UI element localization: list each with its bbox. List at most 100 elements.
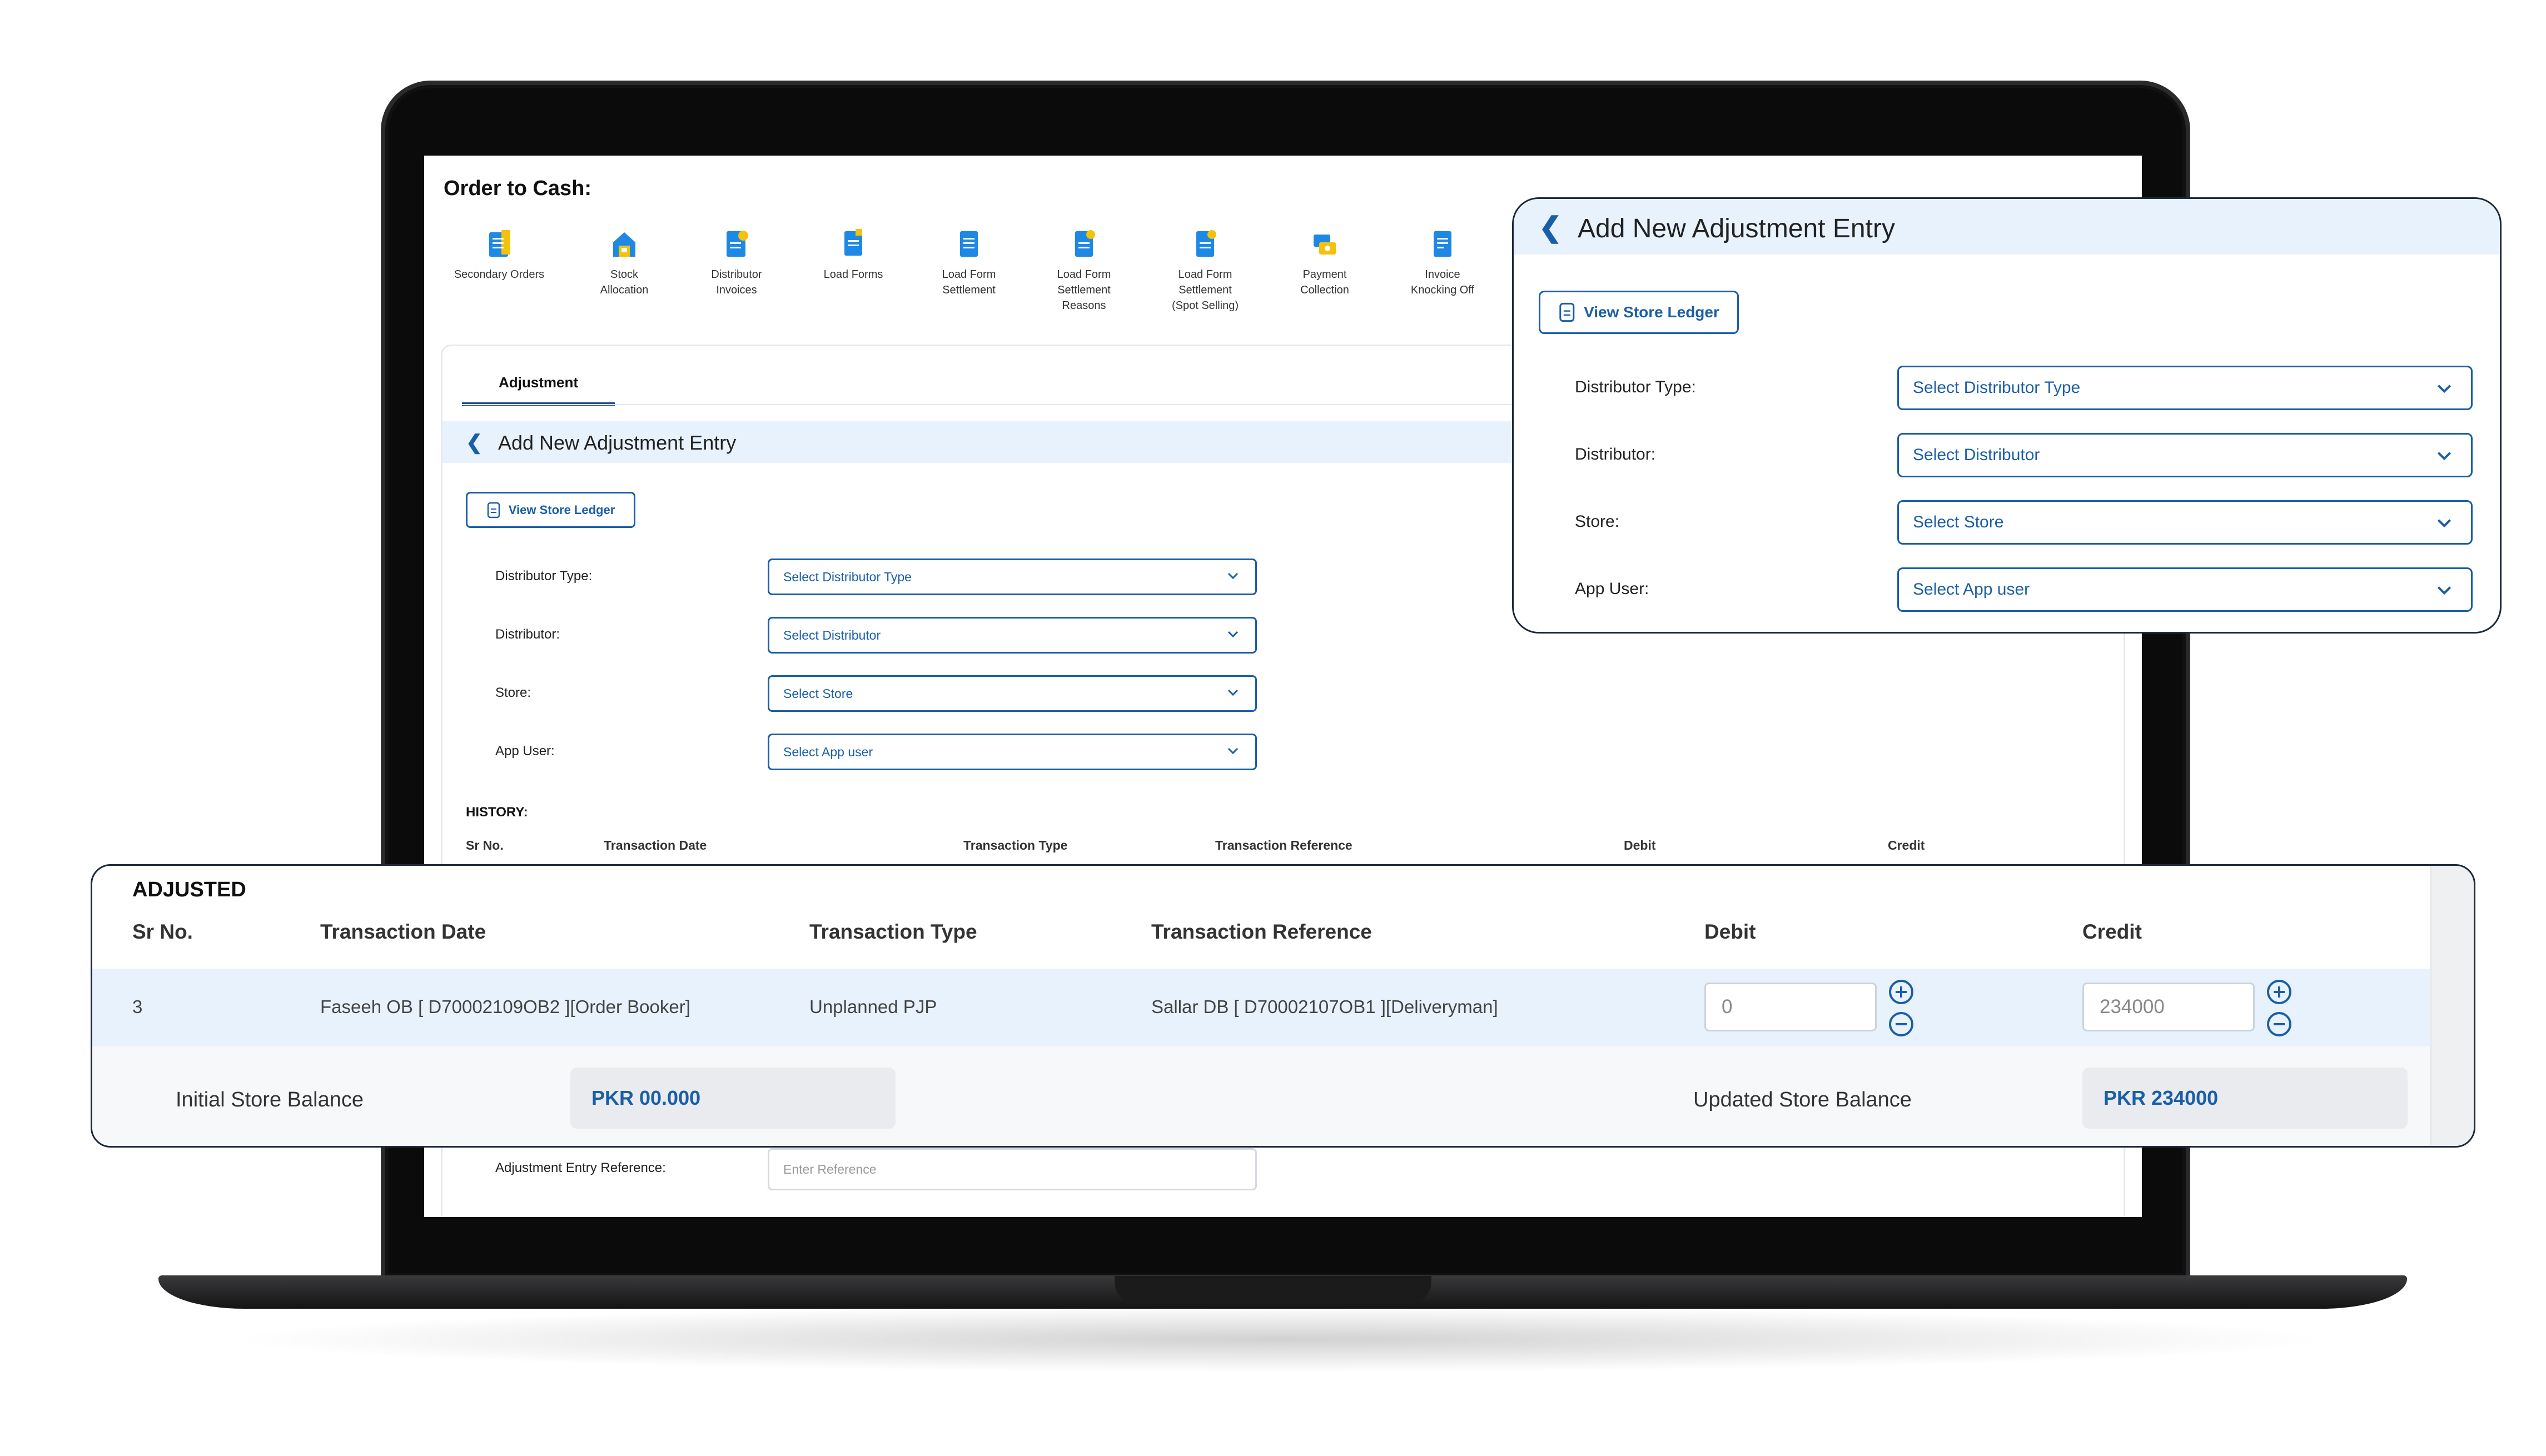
chevron-down-icon — [1227, 747, 1239, 755]
module-label: Distributor — [711, 268, 762, 281]
store-select[interactable]: Select Store — [768, 675, 1257, 712]
col-credit: Credit — [2082, 920, 2142, 943]
module-label: Load Forms — [823, 268, 883, 281]
module-label: Settlement — [1178, 284, 1232, 296]
distributor-select[interactable]: Select Distributor — [1897, 433, 2473, 477]
col-transaction-type: Transaction Type — [809, 920, 977, 943]
col-debit: Debit — [1624, 838, 1656, 852]
updated-balance-label: Updated Store Balance — [1693, 1088, 1912, 1111]
distributor-value: Select Distributor — [1913, 446, 2040, 464]
document-icon — [1434, 231, 1451, 257]
col-credit: Credit — [1888, 838, 1925, 852]
module-label: Invoice — [1425, 268, 1460, 281]
col-transaction-reference: Transaction Reference — [1151, 920, 1372, 943]
module-label: Knocking Off — [1410, 284, 1475, 296]
reference-input[interactable]: Enter Reference — [768, 1148, 1257, 1190]
chevron-down-icon — [2437, 586, 2451, 595]
plus-circle-icon[interactable] — [2266, 979, 2293, 1005]
zoom-entry-title: Add New Adjustment Entry — [1578, 214, 1895, 243]
module-secondary-orders[interactable]: Secondary Orders — [444, 228, 555, 282]
tab-adjustment[interactable]: Adjustment — [462, 374, 615, 406]
col-transaction-date: Transaction Date — [604, 838, 707, 852]
clipboard-icon — [489, 230, 510, 257]
document-icon — [1196, 230, 1216, 257]
module-label: Secondary Orders — [454, 268, 545, 281]
module-load-form-settlement-reasons[interactable]: Load Form Settlement Reasons — [1028, 228, 1140, 313]
store-value: Select Store — [1913, 513, 2004, 531]
module-label: Load Form — [1178, 268, 1232, 281]
chevron-down-icon — [1227, 572, 1239, 580]
history-label: HISTORY: — [466, 805, 528, 820]
app-user-value: Select App user — [783, 744, 873, 759]
balance-row: Initial Store Balance PKR 00.000 Updated… — [92, 1046, 2430, 1146]
document-icon — [844, 229, 862, 256]
back-chevron-icon[interactable]: ❮ — [1539, 211, 1562, 243]
distributor-label: Distributor: — [495, 627, 560, 642]
initial-balance-label: Initial Store Balance — [176, 1088, 364, 1111]
module-load-forms[interactable]: Load Forms — [798, 228, 909, 282]
chevron-down-icon — [2437, 519, 2451, 528]
distributor-select[interactable]: Select Distributor — [768, 617, 1257, 654]
module-load-form-settlement[interactable]: Load Form Settlement — [913, 228, 1025, 298]
col-debit: Debit — [1704, 920, 1756, 943]
module-load-form-settlement-spot-selling[interactable]: Load Form Settlement (Spot Selling) — [1150, 228, 1261, 313]
chevron-down-icon — [2437, 452, 2451, 461]
col-transaction-type: Transaction Type — [963, 838, 1068, 852]
zoomed-entry-card: ❮ Add New Adjustment Entry View Store Le… — [1512, 197, 2502, 634]
col-transaction-reference: Transaction Reference — [1215, 838, 1352, 852]
distributor-type-label: Distributor Type: — [1575, 378, 1696, 396]
chevron-down-icon — [1227, 631, 1239, 638]
module-invoice-knocking-off[interactable]: Invoice Knocking Off — [1387, 228, 1498, 298]
distributor-type-value: Select Distributor Type — [1913, 378, 2081, 397]
minus-circle-icon[interactable] — [2266, 1011, 2293, 1038]
app-user-value: Select App user — [1913, 580, 2030, 599]
minus-circle-icon[interactable] — [1888, 1011, 1915, 1038]
module-label: Load Form — [1057, 268, 1111, 281]
module-payment-collection[interactable]: Payment Collection — [1269, 228, 1380, 298]
module-label: Settlement — [942, 284, 996, 296]
distributor-type-value: Select Distributor Type — [783, 569, 912, 584]
distributor-type-select[interactable]: Select Distributor Type — [768, 559, 1257, 595]
module-label: Payment — [1302, 268, 1347, 281]
module-label: Reasons — [1062, 300, 1106, 312]
row-transaction-reference: Sallar DB [ D70002107OB1 ][Deliveryman] — [1151, 996, 1498, 1017]
laptop-shadow — [222, 1306, 2335, 1373]
back-chevron-icon[interactable]: ❮ — [466, 431, 483, 454]
distributor-type-select[interactable]: Select Distributor Type — [1897, 366, 2473, 410]
document-icon — [1075, 230, 1095, 257]
debit-input[interactable]: 0 — [1704, 983, 1877, 1031]
invoice-icon — [727, 231, 748, 257]
module-label: Stock — [610, 268, 639, 281]
distributor-label: Distributor: — [1575, 445, 1656, 463]
col-transaction-date: Transaction Date — [320, 920, 486, 943]
store-select[interactable]: Select Store — [1897, 500, 2473, 545]
credit-input[interactable]: 234000 — [2082, 983, 2255, 1031]
view-store-ledger-label: View Store Ledger — [508, 502, 615, 517]
module-label: Settlement — [1057, 284, 1111, 296]
adjusted-card: ADJUSTED Sr No. Transaction Date Transac… — [91, 864, 2475, 1148]
app-user-label: App User: — [495, 744, 555, 759]
ledger-icon — [1559, 302, 1575, 322]
scrollbar[interactable] — [2430, 866, 2474, 1146]
module-label: Invoices — [716, 284, 757, 296]
warehouse-icon — [613, 232, 635, 257]
store-value: Select Store — [783, 686, 853, 701]
module-distributor-invoices[interactable]: Distributor Invoices — [681, 228, 792, 298]
row-transaction-date: Faseeh OB [ D70002109OB2 ][Order Booker] — [320, 996, 690, 1017]
entry-title: Add New Adjustment Entry — [498, 431, 737, 454]
app-user-select[interactable]: Select App user — [768, 734, 1257, 770]
chevron-down-icon — [1227, 689, 1239, 696]
updated-balance-value: PKR 234000 — [2082, 1068, 2408, 1129]
module-label: Allocation — [600, 284, 649, 296]
ledger-icon — [487, 502, 500, 518]
module-label: Load Form — [942, 268, 996, 281]
reference-placeholder: Enter Reference — [783, 1161, 877, 1176]
module-stock-allocation[interactable]: Stock Allocation — [569, 228, 680, 298]
plus-circle-icon[interactable] — [1888, 979, 1915, 1005]
app-user-select[interactable]: Select App user — [1897, 567, 2473, 612]
view-store-ledger-button[interactable]: View Store Ledger — [466, 492, 635, 528]
debit-value: 0 — [1722, 996, 1733, 1018]
col-sr-no: Sr No. — [132, 920, 193, 943]
view-store-ledger-button[interactable]: View Store Ledger — [1539, 291, 1739, 334]
view-store-ledger-label: View Store Ledger — [1584, 303, 1719, 321]
